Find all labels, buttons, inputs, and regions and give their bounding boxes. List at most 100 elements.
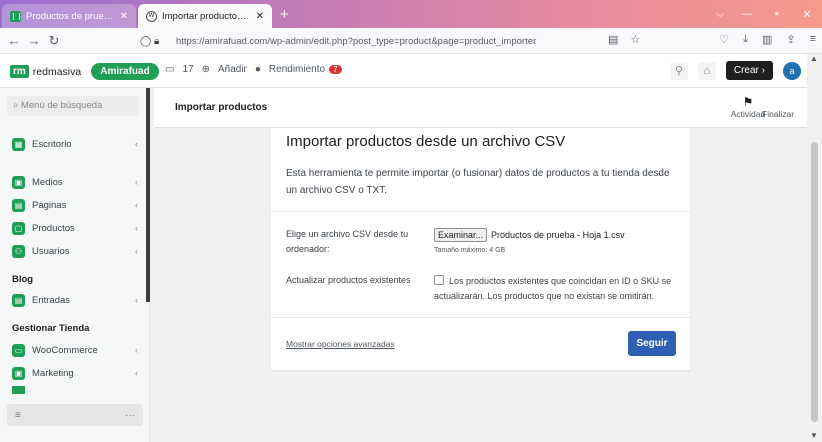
sidebar-item-label: Páginas [32,199,67,211]
flag-icon: ⚑ [742,95,754,109]
new-tab-icon[interactable]: + [280,4,289,28]
file-field-label: Elige un archivo CSV desde tu ordenador: [286,229,409,254]
download-icon[interactable]: ⤓ [743,33,748,46]
url-bar[interactable]: ◯ 🔒︎ https://amirafuad.com/wp-admin/edit… [140,31,630,51]
page-title: Importar productos [175,102,268,113]
importer-description: Esta herramienta te permite importar (o … [286,168,670,196]
marketing-icon: ▣ [12,366,25,380]
minimize-icon[interactable]: — [732,8,762,20]
product-icon: ▢ [12,221,25,235]
sidebar-item-marketing[interactable]: ▣ Marketing ‹ [12,365,138,381]
chevron-left-icon: ‹ [135,246,138,256]
sidebar-item-woocommerce[interactable]: ▭ WooCommerce ‹ [12,342,138,358]
menu-search-input[interactable]: ⌕ Menú de búsqueda [7,96,139,116]
sidebar-item-label: Productos [32,222,75,234]
users-icon: ⚇ [12,244,25,258]
translate-icon[interactable]: ▤ [608,33,618,46]
site-logo[interactable]: rm redmasiva Amirafuad [10,63,159,80]
browser-tab-importer[interactable]: W Importar productos ‹ Amirafuad ✕ [138,4,272,28]
performance-link[interactable]: Rendimiento [269,64,325,75]
tab-list-icon[interactable]: ⌵ [716,9,724,20]
back-icon[interactable]: ← [4,33,24,48]
selected-file-name: Productos de prueba - Hoja 1.csv [491,230,625,240]
chevron-left-icon: ‹ [135,177,138,187]
search-placeholder: Menú de búsqueda [20,100,103,111]
site-badge[interactable]: Amirafuad [91,63,159,80]
admin-bar: rm redmasiva Amirafuad ▭ 17 ⊕ Añadir ● R… [0,54,807,88]
activity-label: Actividad [730,109,766,119]
sidebar-item-medios[interactable]: ▣ Medios ‹ [12,174,138,190]
close-icon[interactable]: ✕ [256,11,264,22]
continue-button[interactable]: Seguir [628,331,676,356]
close-icon[interactable]: ✕ [120,11,128,22]
sidebar-scrollbar[interactable] [146,88,150,302]
sidebar-item-paginas[interactable]: ▤ Páginas ‹ [12,197,138,213]
chevron-left-icon: ‹ [135,200,138,210]
sidebar-item-escritorio[interactable]: ▦ Escritorio ‹ [12,136,138,152]
chevron-left-icon: ‹ [135,295,138,305]
scroll-down-icon[interactable]: ▼ [810,431,818,440]
search-icon: ⌕ [13,100,21,111]
sidebar-item-partial[interactable] [12,386,138,394]
sidebar-heading-store: Gestionar Tienda [12,323,90,334]
sidebar-item-label: Usuarios [32,245,70,257]
search-icon[interactable]: ⚲ [669,61,688,80]
create-button[interactable]: Crear › [725,61,773,80]
more-icon[interactable]: ··· [125,410,135,421]
advanced-options-link[interactable]: Mostrar opciones avanzadas [286,339,395,349]
sidebar-item-label: Medios [32,176,63,188]
maximize-icon[interactable]: ▪ [762,8,792,20]
sidebar-item-label: Entradas [32,294,71,306]
forward-icon[interactable]: → [24,33,44,48]
update-existing-description: Los productos existentes que coincidan e… [434,276,672,301]
sidebar-item-productos[interactable]: ▢ Productos ‹ [12,220,138,236]
woocommerce-icon: ▭ [12,343,25,357]
browser-nav-bar: ← → ↻ ◯ 🔒︎ https://amirafuad.com/wp-admi… [0,28,822,54]
finish-setup-link[interactable]: Finalizar [762,109,794,119]
importer-card: Importar productos desde un archivo CSV … [271,128,690,370]
browser-tab-sheets[interactable]: Productos de prueba - Hojas de cál ✕ [2,4,136,28]
chevron-left-icon: ‹ [135,139,138,149]
tab-title: Productos de prueba - Hojas de cál [26,10,115,22]
performance-badge: 7 [329,65,342,74]
window-controls: ⌵ — ▪ ✕ [716,0,822,28]
sheets-icon [10,10,21,22]
lock-icon: 🔒︎ [154,35,160,47]
importer-heading: Importar productos desde un archivo CSV [286,133,566,150]
comments-icon[interactable]: ▭ [165,64,174,75]
browse-button[interactable]: Examinar... [434,228,488,242]
update-existing-checkbox[interactable] [434,275,444,285]
sidebar-bottom-bar: ≡ ··· [7,404,143,426]
wordpress-icon: W [146,10,157,22]
bookmark-star-icon[interactable]: ☆ [630,33,640,46]
add-icon[interactable]: ⊕ [202,64,210,75]
page-header: Importar productos ⚑ Actividad Finalizar [154,88,807,128]
scroll-thumb[interactable] [811,142,818,422]
menu-icon[interactable]: ≡ [810,33,816,46]
window-close-icon[interactable]: ✕ [792,8,822,21]
add-new-link[interactable]: Añadir [218,64,247,75]
sidebar-item-label: Escritorio [32,138,72,150]
admin-sidebar: ⌕ Menú de búsqueda ▦ Escritorio ‹ ▣ Medi… [0,88,150,442]
posts-icon: ▤ [12,293,25,307]
reader-icon[interactable]: ▥ [762,33,772,46]
extensions-icon[interactable]: ⇪ [786,33,795,46]
avatar[interactable]: a [783,61,801,80]
sidebar-item-entradas[interactable]: ▤ Entradas ‹ [12,292,138,308]
pocket-icon[interactable]: ♡ [719,33,729,46]
page-scrollbar[interactable]: ▲ ▼ [807,54,822,442]
update-field-label: Actualizar productos existentes [286,275,411,285]
activity-button[interactable]: ⚑ Actividad [730,95,766,119]
file-input[interactable]: Examinar... Productos de prueba - Hoja 1… [434,228,625,242]
chevron-left-icon: ‹ [135,223,138,233]
collapse-menu-icon[interactable]: ≡ [15,410,21,421]
sidebar-item-usuarios[interactable]: ⚇ Usuarios ‹ [12,243,138,259]
chevron-left-icon: ‹ [135,345,138,355]
home-icon[interactable]: ⌂ [697,61,716,80]
comments-count[interactable]: 17 [182,64,193,75]
scroll-up-icon[interactable]: ▲ [810,54,818,63]
reload-icon[interactable]: ↻ [44,33,64,49]
shield-icon: ◯ [140,35,152,47]
performance-icon: ● [254,64,261,75]
media-icon: ▣ [12,175,25,189]
